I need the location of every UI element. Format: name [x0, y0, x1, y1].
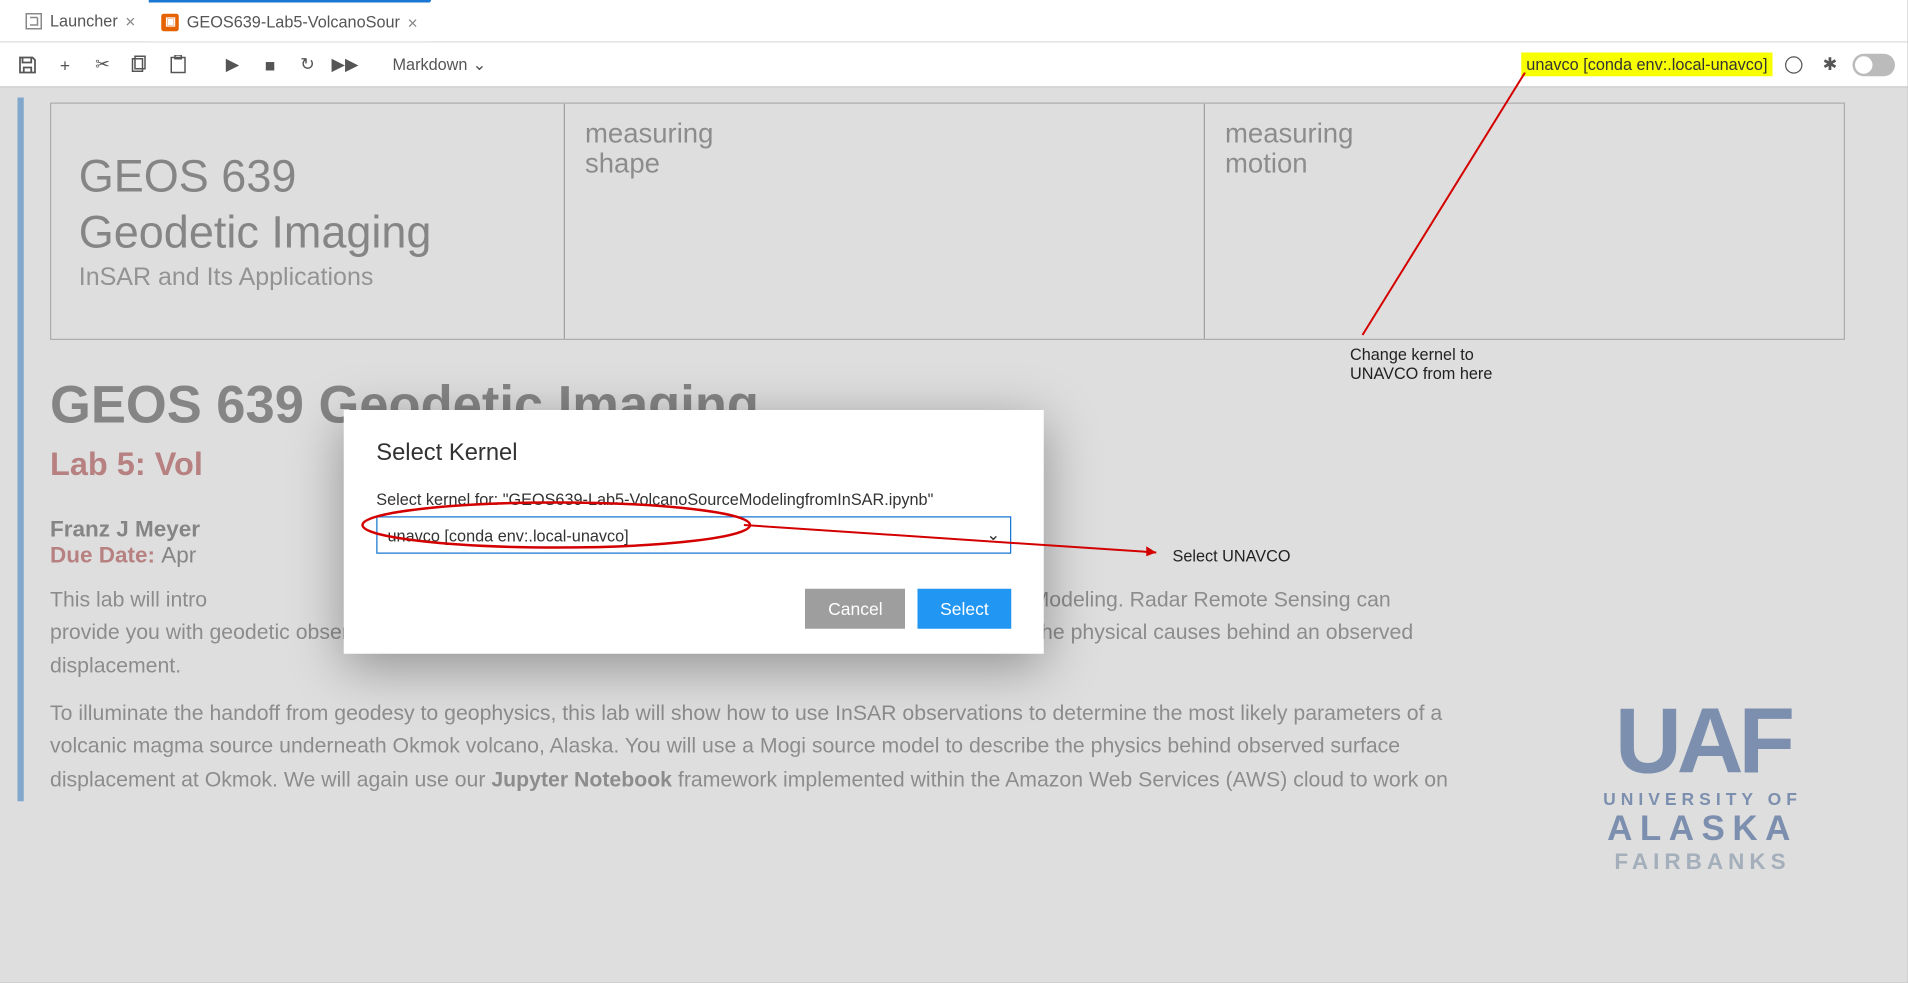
run-icon[interactable]: ▶	[218, 49, 248, 79]
kernel-status-icon	[1785, 56, 1803, 74]
save-icon[interactable]	[13, 49, 43, 79]
intro-paragraph-2: To illuminate the handoff from geodesy t…	[50, 698, 1450, 797]
banner-course-title: Geodetic Imaging	[79, 207, 537, 256]
debug-icon[interactable]: ✱	[1815, 49, 1845, 79]
cell-type-label: Markdown	[393, 55, 468, 74]
tab-label: Launcher	[50, 11, 118, 30]
paste-icon[interactable]	[163, 49, 193, 79]
banner-course-code: GEOS 639	[79, 150, 537, 203]
banner-subtitle: InSAR and Its Applications	[79, 264, 537, 293]
kernel-select-dropdown[interactable]: unavco [conda env:.local-unavco] ⌄	[376, 516, 1011, 554]
tab-launcher[interactable]: Launcher ×	[13, 0, 150, 41]
course-banner: GEOS 639 Geodetic Imaging InSAR and Its …	[50, 103, 1845, 341]
banner-col1-label: measuringshape	[585, 119, 1184, 179]
close-icon[interactable]: ×	[125, 11, 135, 31]
restart-icon[interactable]: ↻	[293, 49, 323, 79]
tab-label: GEOS639-Lab5-VolcanoSour	[187, 13, 400, 32]
stop-icon[interactable]: ■	[255, 49, 285, 79]
tab-notebook[interactable]: ▣ GEOS639-Lab5-VolcanoSour ×	[149, 0, 431, 41]
launcher-icon	[25, 12, 43, 30]
debug-toggle[interactable]	[1853, 53, 1896, 76]
add-cell-icon[interactable]: +	[50, 49, 80, 79]
chevron-down-icon: ⌄	[472, 54, 486, 74]
cell-type-dropdown[interactable]: Markdown ⌄	[385, 54, 494, 74]
dialog-title: Select Kernel	[376, 440, 1011, 468]
chevron-down-icon: ⌄	[986, 525, 1000, 545]
kernel-select-value: unavco [conda env:.local-unavco]	[388, 526, 629, 545]
annotation-select-unavco: Select UNAVCO	[1173, 546, 1291, 565]
banner-col2-label: measuringmotion	[1225, 119, 1824, 179]
copy-icon[interactable]	[125, 49, 155, 79]
cancel-button[interactable]: Cancel	[806, 589, 905, 629]
tab-bar: Launcher × ▣ GEOS639-Lab5-VolcanoSour ×	[0, 0, 1908, 43]
notebook-toolbar: + ✂ ▶ ■ ↻ ▶▶ Markdown ⌄ unavco [conda en…	[0, 43, 1908, 88]
cut-icon[interactable]: ✂	[88, 49, 118, 79]
run-all-icon[interactable]: ▶▶	[330, 49, 360, 79]
uaf-logo: UAF UNIVERSITY OF ALASKA FAIRBANKS	[1578, 700, 1828, 874]
notebook-icon: ▣	[162, 13, 180, 31]
annotation-change-kernel: Change kernel toUNAVCO from here	[1350, 345, 1492, 383]
select-button[interactable]: Select	[918, 589, 1012, 629]
kernel-name[interactable]: unavco [conda env:.local-unavco]	[1521, 53, 1772, 77]
select-kernel-dialog: Select Kernel Select kernel for: "GEOS63…	[344, 410, 1044, 654]
dialog-description: Select kernel for: "GEOS639-Lab5-Volcano…	[376, 490, 1011, 509]
close-icon[interactable]: ×	[407, 12, 417, 32]
